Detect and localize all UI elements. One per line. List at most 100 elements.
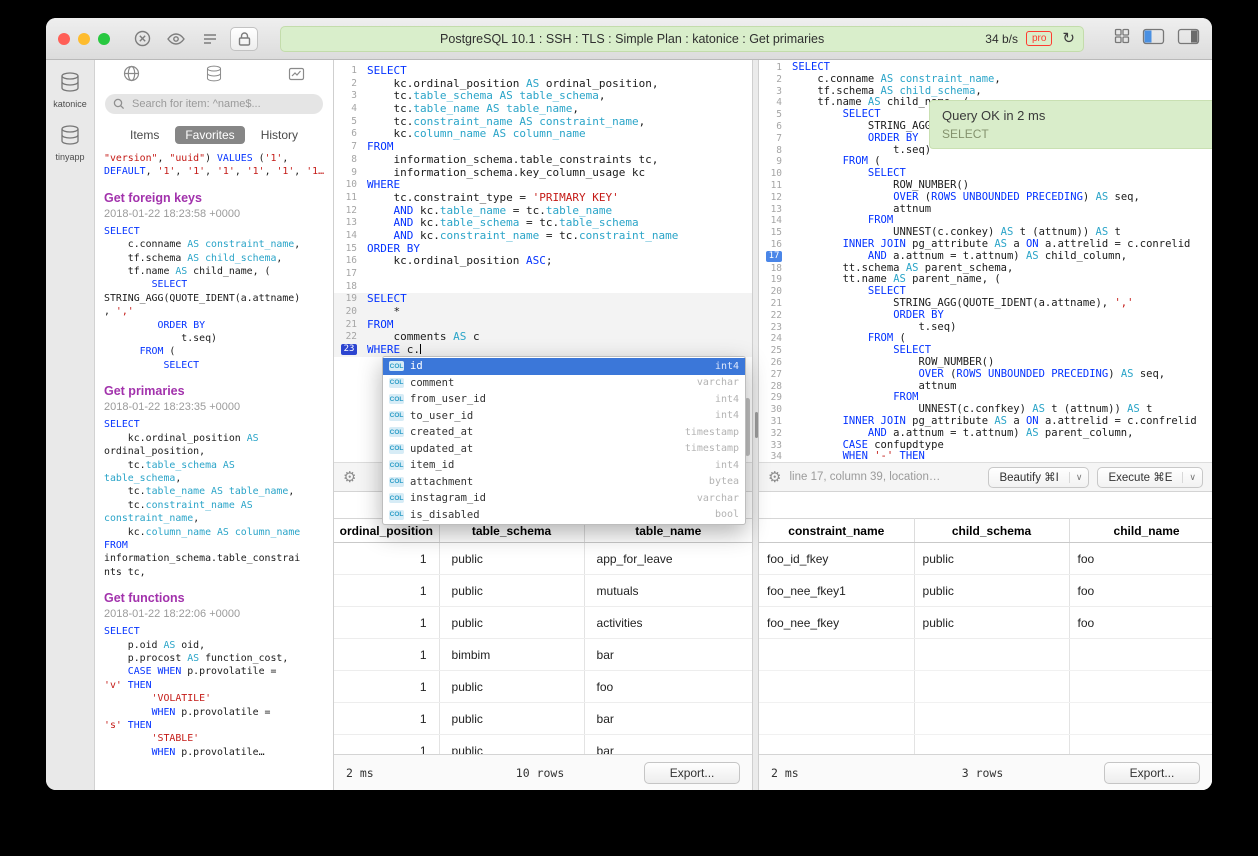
table-cell[interactable]: public <box>914 575 1069 607</box>
table-cell[interactable]: mutuals <box>584 575 752 607</box>
zoom-button[interactable] <box>98 33 110 45</box>
search-input[interactable] <box>130 97 315 111</box>
divider-handle[interactable] <box>755 412 758 438</box>
table-row[interactable]: 1publicbar <box>334 735 752 755</box>
logs-button[interactable] <box>196 27 224 51</box>
code-line: ORDER BY <box>104 319 324 332</box>
autocomplete-item-item_id[interactable]: COLitem_idint4 <box>383 457 745 474</box>
table-row[interactable]: 1publicactivities <box>334 607 752 639</box>
line-number: 9 <box>759 156 786 168</box>
column-header[interactable]: constraint_name <box>759 519 914 543</box>
settings-gear-button[interactable]: ⚙ <box>768 470 781 485</box>
export-button[interactable]: Export... <box>644 762 740 784</box>
table-cell[interactable]: 1 <box>334 735 439 755</box>
table-cell[interactable]: 1 <box>334 671 439 703</box>
table-row[interactable]: 1publicfoo <box>334 671 752 703</box>
toggle-sidebar-button[interactable] <box>1142 28 1165 50</box>
refresh-icon[interactable]: ↻ <box>1062 31 1075 46</box>
suggestion-name: created_at <box>410 426 679 438</box>
grid-view-button[interactable] <box>1114 28 1130 49</box>
table-cell[interactable]: public <box>439 703 584 735</box>
autocomplete-item-attachment[interactable]: COLattachmentbytea <box>383 474 745 491</box>
table-row[interactable]: 1publicmutuals <box>334 575 752 607</box>
beautify-button[interactable]: Beautify ⌘I ∨ <box>988 467 1089 488</box>
empty-row <box>759 671 1212 703</box>
table-row[interactable]: foo_id_fkeypublicfooid <box>759 543 1212 575</box>
rail-connection-katonice[interactable]: katonice <box>47 68 93 113</box>
autocomplete-item-instagram_id[interactable]: COLinstagram_idvarchar <box>383 490 745 507</box>
toggle-right-panel-button[interactable] <box>1177 28 1200 50</box>
autocomplete-item-id[interactable]: COLidint4 <box>383 358 745 375</box>
preview-button[interactable] <box>162 27 190 51</box>
table-cell[interactable]: bar <box>584 735 752 755</box>
table-cell[interactable]: 1 <box>334 575 439 607</box>
tab-favorites[interactable]: Favorites <box>175 126 244 144</box>
table-cell[interactable]: public <box>439 607 584 639</box>
table-cell[interactable]: 1 <box>334 543 439 575</box>
code-line: t.seq) <box>104 332 324 345</box>
table-cell[interactable]: public <box>439 543 584 575</box>
export-button[interactable]: Export... <box>1104 762 1200 784</box>
rail-connection-tinyapp[interactable]: tinyapp <box>47 121 93 166</box>
autocomplete-item-from_user_id[interactable]: COLfrom_user_idint4 <box>383 391 745 408</box>
table-cell[interactable]: public <box>439 735 584 755</box>
sidebar-globe-button[interactable] <box>123 65 140 87</box>
table-cell[interactable]: bimbim <box>439 639 584 671</box>
favorite-item[interactable]: Get functions2018-01-22 18:22:06 +0000SE… <box>104 591 324 759</box>
favorite-item[interactable]: Get primaries2018-01-22 18:23:35 +0000SE… <box>104 384 324 579</box>
table-row[interactable]: 1bimbimbar <box>334 639 752 671</box>
table-row[interactable]: 1publicapp_for_leave <box>334 543 752 575</box>
chevron-down-icon[interactable]: ∨ <box>1069 472 1089 483</box>
table-cell[interactable]: bar <box>584 639 752 671</box>
table-cell[interactable]: 1 <box>334 639 439 671</box>
tab-items[interactable]: Items <box>120 126 169 144</box>
table-row[interactable]: foo_nee_fkeypublicfoon <box>759 607 1212 639</box>
table-cell[interactable]: public <box>439 671 584 703</box>
table-cell[interactable]: public <box>914 543 1069 575</box>
suggestion-name: attachment <box>410 476 703 488</box>
sidebar-database-button[interactable] <box>205 65 223 87</box>
table-cell[interactable]: foo <box>1069 543 1212 575</box>
chevron-down-icon[interactable]: ∨ <box>1182 472 1202 483</box>
pane-divider[interactable] <box>752 60 759 790</box>
table-cell[interactable]: public <box>439 575 584 607</box>
disconnect-button[interactable] <box>128 27 156 51</box>
table-cell[interactable]: bar <box>584 703 752 735</box>
tab-history[interactable]: History <box>251 126 308 144</box>
sidebar-queries-button[interactable] <box>288 66 305 87</box>
table-cell[interactable]: app_for_leave <box>584 543 752 575</box>
table-cell[interactable]: foo_id_fkey <box>759 543 914 575</box>
line-number: 30 <box>759 404 786 416</box>
table-row[interactable]: 1publicbar <box>334 703 752 735</box>
autocomplete-item-created_at[interactable]: COLcreated_attimestamp <box>383 424 745 441</box>
line-number: 26 <box>759 357 786 369</box>
table-cell[interactable]: 1 <box>334 703 439 735</box>
table-cell[interactable]: foo <box>1069 575 1212 607</box>
favorite-item[interactable]: Get foreign keys2018-01-22 18:23:58 +000… <box>104 191 324 372</box>
table-cell[interactable]: foo <box>1069 607 1212 639</box>
column-header[interactable]: child_name <box>1069 519 1212 543</box>
minimize-button[interactable] <box>78 33 90 45</box>
autocomplete-item-comment[interactable]: COLcommentvarchar <box>383 375 745 392</box>
execute-button[interactable]: Execute ⌘E ∨ <box>1097 467 1203 488</box>
table-cell[interactable]: foo_nee_fkey <box>759 607 914 639</box>
line-number: 16 <box>334 255 361 268</box>
close-button[interactable] <box>58 33 70 45</box>
search-icon <box>113 98 125 110</box>
autocomplete-item-is_disabled[interactable]: COLis_disabledbool <box>383 507 745 524</box>
autocomplete-item-updated_at[interactable]: COLupdated_attimestamp <box>383 441 745 458</box>
table-cell[interactable]: activities <box>584 607 752 639</box>
table-row[interactable]: foo_nee_fkey1publicfoon <box>759 575 1212 607</box>
autocomplete-item-to_user_id[interactable]: COLto_user_idint4 <box>383 408 745 425</box>
table-cell[interactable]: foo_nee_fkey1 <box>759 575 914 607</box>
table-cell[interactable]: foo <box>584 671 752 703</box>
column-header[interactable]: child_schema <box>914 519 1069 543</box>
search-field[interactable] <box>105 94 323 114</box>
lock-button[interactable] <box>230 27 258 51</box>
settings-gear-button[interactable]: ⚙ <box>343 470 356 485</box>
table-cell[interactable]: public <box>914 607 1069 639</box>
line-number: 19 <box>334 293 361 306</box>
table-cell[interactable]: 1 <box>334 607 439 639</box>
line-number: 20 <box>334 306 361 319</box>
query-ok-title: Query OK in 2 ms <box>942 108 1206 123</box>
